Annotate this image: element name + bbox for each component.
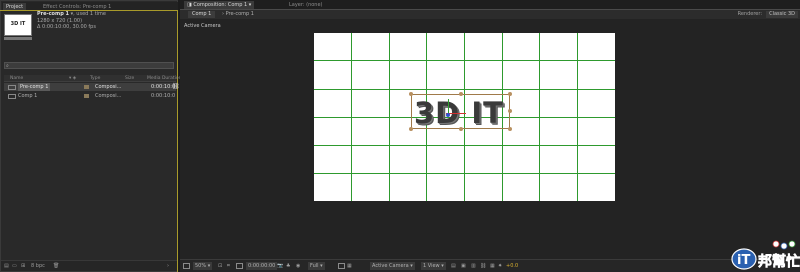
y-axis-gizmo[interactable] bbox=[448, 99, 449, 113]
label-color-swatch[interactable] bbox=[84, 94, 89, 98]
col-type[interactable]: Type bbox=[90, 75, 100, 82]
item-duration: 0:00:10:0 bbox=[151, 93, 176, 99]
item-type: Composi... bbox=[95, 93, 122, 99]
breadcrumb-comp-1[interactable]: Comp 1 bbox=[188, 11, 216, 18]
col-duration[interactable]: Media Duration bbox=[147, 75, 182, 82]
new-comp-icon[interactable]: ⊞ bbox=[21, 262, 25, 271]
svg-text:邦幫忙: 邦幫忙 bbox=[758, 253, 800, 270]
timeline-icon[interactable]: ▥ bbox=[471, 262, 476, 271]
info-duration: Δ 0:00:10:00, 30.00 fps bbox=[37, 24, 96, 30]
composition-panel: ◨ Composition: Comp 1 ▾ Layer: (none) Co… bbox=[180, 0, 800, 272]
active-camera-label: Active Camera bbox=[184, 23, 221, 29]
col-size[interactable]: Size bbox=[125, 75, 134, 82]
bpc-button[interactable]: 8 bpc bbox=[31, 262, 45, 271]
renderer-button[interactable]: Classic 3D bbox=[766, 11, 798, 18]
composition-icon bbox=[8, 94, 16, 99]
safe-margins-icon[interactable]: ⊡ bbox=[218, 262, 222, 271]
bbox-handle[interactable] bbox=[508, 92, 512, 96]
project-item-row[interactable]: Comp 1 Composi... 0:00:10:0 bbox=[4, 92, 176, 100]
project-item-row[interactable]: Pre-comp 1 Composi... 0:00:10:0 ⛓ bbox=[4, 83, 180, 91]
pixel-aspect-icon[interactable]: ▤ bbox=[451, 262, 456, 271]
bbox-handle[interactable] bbox=[459, 92, 463, 96]
comp-canvas[interactable]: 3D IT bbox=[314, 33, 615, 201]
mask-visibility-icon[interactable] bbox=[236, 263, 243, 269]
new-folder-icon[interactable]: ▭ bbox=[12, 262, 17, 271]
trash-icon[interactable]: 🗑 bbox=[53, 262, 59, 271]
grid-line-horizontal bbox=[314, 145, 615, 146]
bbox-handle[interactable] bbox=[508, 109, 512, 113]
item-name: Pre-comp 1 bbox=[18, 83, 51, 91]
search-icon: ⌕ bbox=[6, 63, 9, 69]
label-color-swatch[interactable] bbox=[84, 85, 89, 89]
fit-frame-icon[interactable]: ⌗ bbox=[227, 262, 230, 271]
item-name: Comp 1 bbox=[18, 93, 38, 99]
view-layout-dropdown[interactable]: 1 View ▾ bbox=[421, 262, 446, 270]
flowchart-icon[interactable]: ⛓ bbox=[172, 83, 180, 91]
flowchart-icon[interactable]: ⛓ bbox=[480, 262, 486, 271]
ithome-logo: iT 邦幫忙 bbox=[731, 240, 800, 270]
project-bottom-bar: ▤ ▭ ⊞ 8 bpc 🗑 › bbox=[1, 260, 177, 271]
project-column-headers: Name ▾ ◈ Type Size Media Duration bbox=[4, 75, 182, 82]
grid-line-horizontal bbox=[314, 89, 615, 90]
grid-line-horizontal bbox=[314, 60, 615, 61]
bbox-handle[interactable] bbox=[409, 92, 413, 96]
thumbnail-bar bbox=[4, 37, 32, 40]
bbox-handle[interactable] bbox=[459, 127, 463, 131]
tab-composition[interactable]: ◨ Composition: Comp 1 ▾ bbox=[184, 1, 255, 9]
z-axis-gizmo[interactable] bbox=[446, 113, 450, 117]
bbox-handle[interactable] bbox=[409, 127, 413, 131]
exposure-value[interactable]: +0.0 bbox=[506, 262, 518, 271]
transparency-grid-icon[interactable]: ▦ bbox=[347, 262, 352, 271]
info-used: , used 1 time bbox=[73, 11, 106, 17]
zoom-dropdown[interactable]: 50% ▾ bbox=[193, 262, 213, 270]
snapshot-icon[interactable]: 📷 bbox=[277, 262, 283, 271]
svg-text:iT: iT bbox=[737, 253, 750, 268]
bbox-handle[interactable] bbox=[508, 127, 512, 131]
panel-highlight-line bbox=[177, 10, 178, 272]
thumbnail-text: 3D IT bbox=[10, 21, 26, 27]
composition-icon bbox=[8, 85, 16, 90]
always-preview-icon[interactable] bbox=[183, 263, 190, 269]
interpret-footage-icon[interactable]: ▤ bbox=[4, 262, 9, 271]
camera-view-dropdown[interactable]: Active Camera ▾ bbox=[370, 262, 415, 270]
item-type: Composi... bbox=[95, 84, 122, 90]
label-icon: ▾ ◈ bbox=[69, 76, 77, 81]
item-info: Pre-comp 1 ▾, used 1 time 1280 x 720 (1.… bbox=[37, 11, 177, 31]
comp-breadcrumb: Comp 1 › Pre-comp 1 Renderer: Classic 3D bbox=[180, 10, 800, 19]
project-search-input[interactable]: ⌕ bbox=[4, 62, 174, 69]
project-panel: Project Effect Controls: Pre-comp 1 bbox=[0, 0, 178, 272]
renderer-label: Renderer: bbox=[737, 11, 762, 17]
layer-bounding-box[interactable] bbox=[409, 92, 512, 131]
current-time[interactable]: 0:00:00:00 bbox=[246, 262, 278, 270]
fast-previews-icon[interactable]: ▣ bbox=[461, 262, 466, 271]
grid-line-horizontal bbox=[314, 173, 615, 174]
col-name[interactable]: Name bbox=[10, 75, 23, 82]
exposure-icon[interactable]: ✷ bbox=[498, 262, 502, 271]
show-snapshot-icon[interactable]: ♣ bbox=[286, 262, 290, 271]
resolution-dropdown[interactable]: Full ▾ bbox=[308, 262, 325, 270]
breadcrumb-pre-comp-1[interactable]: › Pre-comp 1 bbox=[218, 11, 258, 18]
composition-panel-tabs: ◨ Composition: Comp 1 ▾ Layer: (none) bbox=[180, 0, 800, 9]
viewer-toolbar: 50% ▾ ⊡ ⌗ 0:00:00:00 📷 ♣ ◉ Full ▾ ▦ Acti… bbox=[180, 259, 800, 272]
color-channel-icon[interactable]: ◉ bbox=[296, 262, 300, 271]
scroll-right-icon[interactable]: › bbox=[167, 262, 169, 271]
flowchart-view-icon[interactable]: ▦ bbox=[490, 262, 495, 271]
tab-layer[interactable]: Layer: (none) bbox=[286, 1, 326, 9]
region-of-interest-icon[interactable] bbox=[338, 263, 345, 269]
info-name: Pre-comp 1 bbox=[37, 11, 70, 17]
comp-viewer[interactable]: Active Camera 3D IT bbox=[180, 19, 800, 259]
comp-thumbnail: 3D IT bbox=[4, 14, 32, 36]
